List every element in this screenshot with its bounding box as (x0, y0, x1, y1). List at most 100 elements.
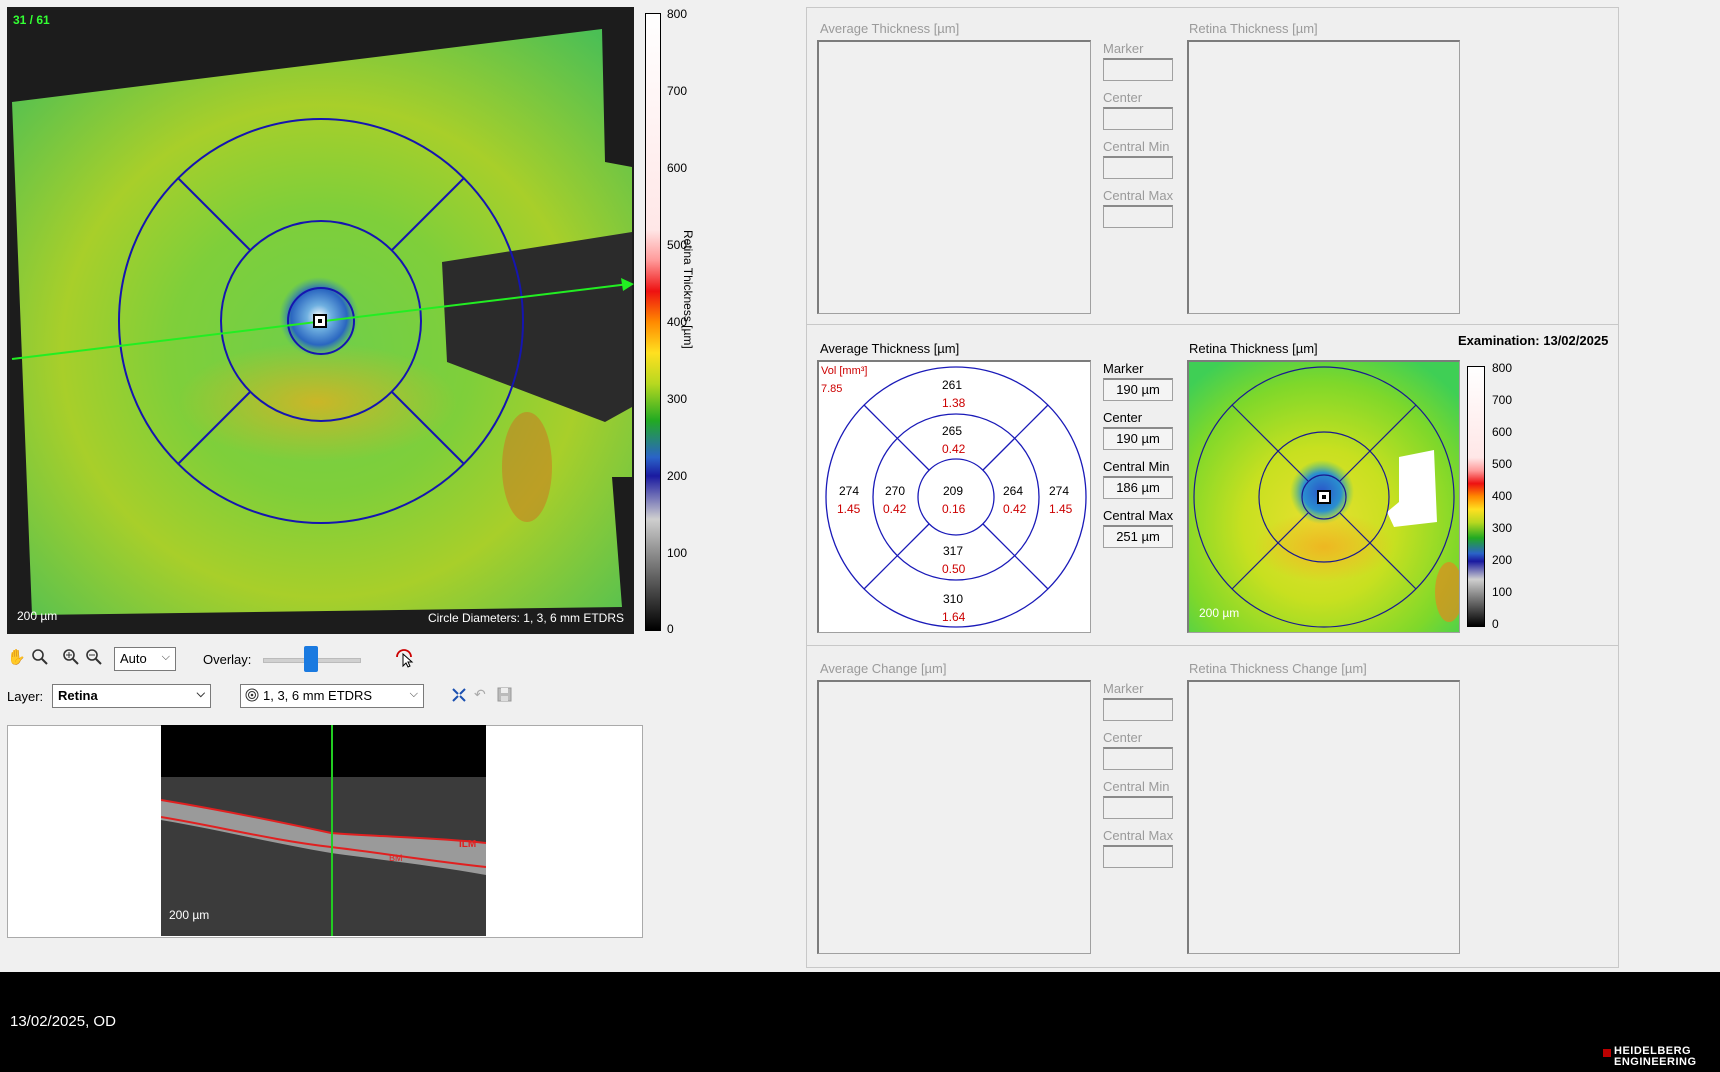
overlay-slider-thumb[interactable] (304, 646, 318, 672)
colorbar-tick: 0 (667, 622, 674, 636)
sector-center-thickness: 209 (943, 484, 964, 498)
baseline-center-label: Center (1103, 90, 1143, 105)
small-colorbar-tick: 500 (1492, 457, 1513, 471)
layer-label: Layer: (7, 689, 44, 704)
sector-inner-top-volume: 0.42 (942, 442, 966, 456)
save-icon[interactable] (497, 687, 513, 703)
ilm-label: ILM (459, 839, 477, 850)
bscan-image[interactable]: ILM BM 200 µm (161, 725, 486, 936)
sector-outer-left-volume: 1.45 (837, 502, 861, 516)
change-avg-box (817, 680, 1091, 954)
baseline-center-field (1103, 107, 1173, 130)
current-map-title: Retina Thickness [µm] (1189, 341, 1318, 356)
exam-date-eye: 13/02/2025, OD (10, 1013, 116, 1030)
center-label: Center (1103, 410, 1143, 425)
examination-date: Examination: 13/02/2025 (1458, 333, 1609, 348)
change-center-field (1103, 747, 1173, 770)
sector-inner-bottom-thickness: 317 (943, 544, 964, 558)
sector-center-volume: 0.16 (942, 502, 966, 516)
change-marker-label: Marker (1103, 681, 1144, 696)
colorbar-tick: 200 (667, 469, 688, 483)
zoom-select[interactable]: Auto ⌵ (114, 647, 176, 671)
change-cmax-field (1103, 845, 1173, 868)
fit-view-icon[interactable] (451, 687, 469, 705)
fundus-thickness-map[interactable]: 31 / 61 200 µm Circle Diameters: 1, 3, 6… (7, 7, 634, 634)
target-circles-icon (245, 688, 259, 705)
change-cmax-label: Central Max (1103, 828, 1174, 843)
zoom-out-icon[interactable] (85, 648, 105, 670)
sector-outer-bottom-thickness: 310 (943, 592, 964, 606)
marker-field: 190 µm (1103, 378, 1173, 401)
map-scale-label: 200 µm (1199, 606, 1240, 620)
change-avg-title: Average Change [µm] (820, 661, 947, 676)
colorbar-tick: 700 (667, 84, 688, 98)
baseline-map-box (1187, 40, 1460, 314)
small-colorbar-tick: 100 (1492, 585, 1513, 599)
baseline-cmax-field (1103, 205, 1173, 228)
small-colorbar-tick: 0 (1492, 617, 1499, 631)
central-min-label: Central Min (1103, 459, 1170, 474)
total-volume-value: 7.85 (821, 383, 843, 395)
sector-outer-top-thickness: 261 (942, 378, 963, 392)
baseline-cmin-field (1103, 156, 1173, 179)
chevron-down-icon: ⌵ (409, 688, 418, 700)
small-thickness-color-bar (1467, 366, 1485, 627)
sector-inner-right-volume: 0.42 (1003, 502, 1027, 516)
sector-outer-right-volume: 1.45 (1049, 502, 1073, 516)
etdrs-grid[interactable]: Vol [mm³] 7.85 261 1.38 265 0.42 274 1.4… (817, 360, 1091, 633)
baseline-map-title: Retina Thickness [µm] (1189, 21, 1318, 36)
small-colorbar-tick: 600 (1492, 425, 1513, 439)
small-colorbar-tick: 200 (1492, 553, 1513, 567)
small-colorbar-tick: 800 (1492, 361, 1513, 375)
small-colorbar-tick: 700 (1492, 393, 1513, 407)
central-max-label: Central Max (1103, 508, 1174, 523)
retina-thickness-map[interactable]: 200 µm (1187, 360, 1460, 633)
chevron-down-icon: ⌵ (161, 651, 170, 663)
change-cmin-field (1103, 796, 1173, 819)
zoom-select-value: Auto (120, 651, 147, 666)
footer-bar (0, 972, 1720, 1072)
marker-label: Marker (1103, 361, 1144, 376)
scale-bar-label: 200 µm (17, 609, 58, 623)
thickness-color-bar (645, 13, 661, 631)
colorbar-tick: 600 (667, 161, 688, 175)
zoom-in-icon[interactable] (62, 648, 82, 670)
change-center-label: Center (1103, 730, 1143, 745)
colorbar-tick: 300 (667, 392, 688, 406)
colorbar-title: Retina Thickness [µm] (681, 230, 695, 349)
pan-hand-icon[interactable]: ✋ (7, 648, 27, 670)
logo-line-2: ENGINEERING (1614, 1056, 1697, 1068)
bm-label: BM (389, 853, 403, 863)
undo-icon[interactable]: ↶ (474, 686, 492, 704)
magnifier-icon[interactable] (31, 648, 51, 670)
volume-label: Vol [mm³] (821, 365, 868, 377)
baseline-cmin-label: Central Min (1103, 139, 1170, 154)
grid-select-value: 1, 3, 6 mm ETDRS (263, 688, 373, 703)
colorbar-tick: 800 (667, 7, 688, 21)
sector-outer-left-thickness: 274 (839, 484, 860, 498)
sector-outer-top-volume: 1.38 (942, 396, 966, 410)
colorbar-tick: 100 (667, 546, 688, 560)
chevron-down-icon: ⌵ (196, 688, 205, 700)
grid-select[interactable]: 1, 3, 6 mm ETDRS ⌵ (240, 684, 424, 708)
change-cmin-label: Central Min (1103, 779, 1170, 794)
baseline-marker-field (1103, 58, 1173, 81)
change-map-box (1187, 680, 1460, 954)
layer-select-value: Retina (58, 688, 98, 703)
change-map-title: Retina Thickness Change [µm] (1189, 661, 1367, 676)
baseline-marker-label: Marker (1103, 41, 1144, 56)
central-min-field: 186 µm (1103, 476, 1173, 499)
overlay-label: Overlay: (203, 652, 252, 667)
center-field: 190 µm (1103, 427, 1173, 450)
layer-select[interactable]: Retina ⌵ (52, 684, 211, 708)
bscan-scale-label: 200 µm (169, 908, 210, 922)
small-colorbar-tick: 400 (1492, 489, 1513, 503)
cursor-pointer-icon[interactable] (394, 648, 414, 670)
current-avg-title: Average Thickness [µm] (820, 341, 960, 356)
small-colorbar-tick: 300 (1492, 521, 1513, 535)
central-max-field: 251 µm (1103, 525, 1173, 548)
change-marker-field (1103, 698, 1173, 721)
baseline-avg-title: Average Thickness [µm] (820, 21, 960, 36)
sector-inner-left-volume: 0.42 (883, 502, 907, 516)
heidelberg-logo-mark (1603, 1049, 1611, 1057)
